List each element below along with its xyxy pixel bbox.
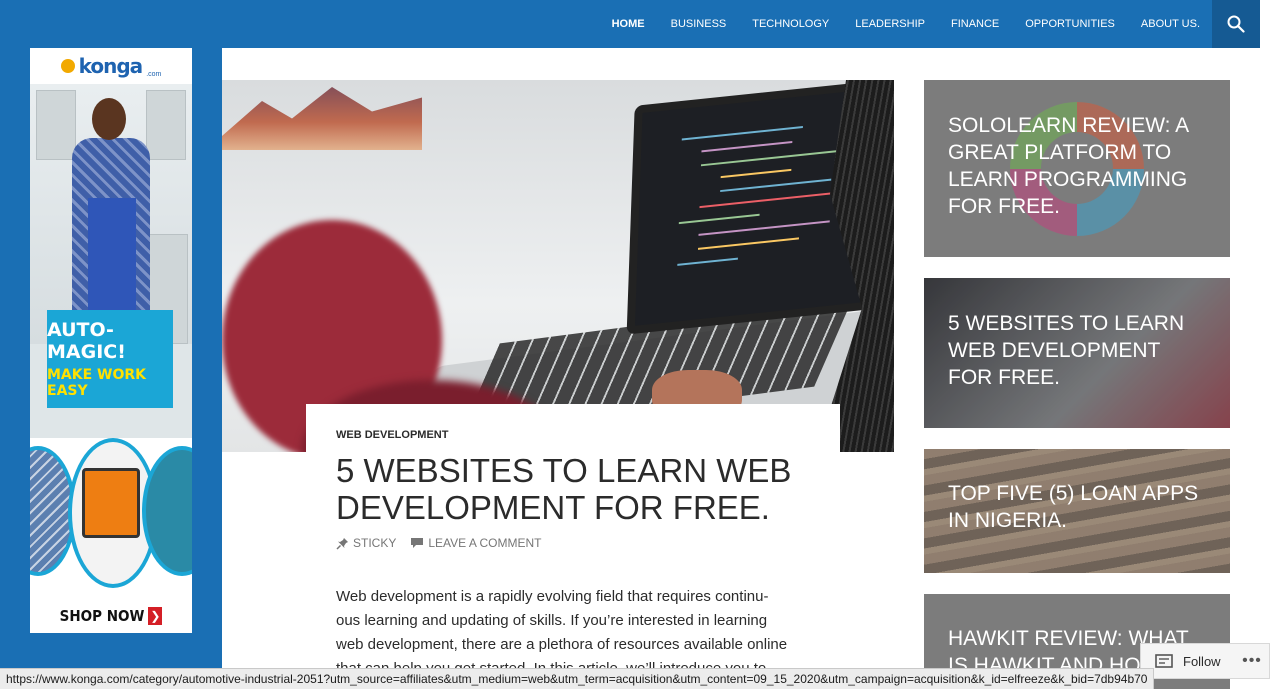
featured-card-sololearn[interactable]: SOLOLEARN REVIEW: A GREAT PLATFORM TO LE… xyxy=(924,80,1230,257)
ad-headline-banner: AUTO-MAGIC! MAKE WORK EASY xyxy=(47,310,173,408)
card-title: SOLOLEARN REVIEW: A GREAT PLATFORM TO LE… xyxy=(948,114,1189,218)
more-options-button[interactable]: ••• xyxy=(1234,648,1270,674)
featured-card-loan-apps[interactable]: TOP FIVE (5) LOAN APPS IN NIGERIA. xyxy=(924,449,1230,573)
sticky-meta[interactable]: STICKY xyxy=(336,536,396,550)
ad-person-head xyxy=(92,98,126,140)
excerpt-line: Web development is a rapidly evolving fi… xyxy=(336,588,769,605)
code-line xyxy=(697,237,799,250)
ad-cabinet xyxy=(146,90,186,160)
follow-label: Follow xyxy=(1183,653,1221,669)
post-excerpt: Web development is a rapidly evolving fi… xyxy=(336,585,811,681)
code-line xyxy=(678,213,760,225)
shop-now-label: SHOP NOW xyxy=(59,606,145,625)
nav-item-opportunities[interactable]: OPPORTUNITIES xyxy=(1025,18,1115,30)
leave-comment-link[interactable]: LEAVE A COMMENT xyxy=(410,536,541,550)
top-nav-bar: HOME BUSINESS TECHNOLOGY LEADERSHIP FINA… xyxy=(0,0,1260,48)
card-title: TOP FIVE (5) LOAN APPS IN NIGERIA. xyxy=(948,482,1199,532)
konga-logo-mark xyxy=(60,59,75,73)
konga-logo-suffix: .com xyxy=(146,71,162,78)
post-title[interactable]: 5 WEBSITES TO LEARN WEB DEVELOPMENT FOR … xyxy=(336,452,816,526)
konga-advertisement[interactable]: konga .com AUTO-MAGIC! MAKE WORK EASY SH… xyxy=(30,48,192,633)
comment-icon xyxy=(411,538,424,548)
post-category-link[interactable]: WEB DEVELOPMENT xyxy=(336,429,448,441)
link-preview-status-bar: https://www.konga.com/category/automotiv… xyxy=(0,668,1155,689)
code-line xyxy=(700,149,843,167)
generator-image xyxy=(82,468,140,538)
window-edge xyxy=(1260,0,1280,48)
sticky-label: STICKY xyxy=(353,536,397,550)
code-line xyxy=(699,190,851,209)
nav-item-leadership[interactable]: LEADERSHIP xyxy=(855,18,925,30)
post-meta: STICKY LEAVE A COMMENT xyxy=(336,536,555,550)
post-entry: WEB DEVELOPMENT 5 WEBSITES TO LEARN WEB … xyxy=(306,404,840,689)
code-line xyxy=(698,220,830,236)
search-icon xyxy=(1227,15,1245,33)
card-title: 5 WEBSITES TO LEARN WEB DEVELOPMENT FOR … xyxy=(948,312,1185,389)
ad-headline: AUTO-MAGIC! xyxy=(47,319,126,363)
leave-comment-label: LEAVE A COMMENT xyxy=(428,536,542,550)
ad-cabinet xyxy=(36,90,76,160)
code-line xyxy=(701,140,793,153)
excerpt-line: ous learning and updating of skills. If … xyxy=(336,612,768,629)
search-button[interactable] xyxy=(1212,0,1260,48)
nav-item-business[interactable]: BUSINESS xyxy=(671,18,727,30)
nav-item-finance[interactable]: FINANCE xyxy=(951,18,999,30)
nav-item-home[interactable]: HOME xyxy=(612,18,645,30)
nav-item-technology[interactable]: TECHNOLOGY xyxy=(752,18,829,30)
ad-products-row xyxy=(30,438,192,598)
excerpt-line: web development, there are a plethora of… xyxy=(336,636,788,653)
konga-logo: konga .com xyxy=(30,48,192,84)
reader-icon xyxy=(1155,654,1173,668)
code-line xyxy=(681,126,803,141)
featured-card-web-development[interactable]: 5 WEBSITES TO LEARN WEB DEVELOPMENT FOR … xyxy=(924,278,1230,428)
shop-now-button[interactable]: SHOP NOW ❯ xyxy=(30,598,192,633)
primary-menu: HOME BUSINESS TECHNOLOGY LEADERSHIP FINA… xyxy=(586,0,1200,48)
monitor-wallpaper xyxy=(222,87,422,150)
featured-image[interactable] xyxy=(222,80,894,452)
pin-icon xyxy=(336,537,348,550)
arrow-right-icon: ❯ xyxy=(148,606,163,625)
code-line xyxy=(677,257,738,266)
konga-logo-text: konga xyxy=(78,54,144,78)
code-line xyxy=(720,178,832,193)
nav-item-about-us[interactable]: ABOUT US. xyxy=(1141,18,1200,30)
code-line xyxy=(720,168,792,179)
ad-subheadline: MAKE WORK EASY xyxy=(47,367,147,399)
